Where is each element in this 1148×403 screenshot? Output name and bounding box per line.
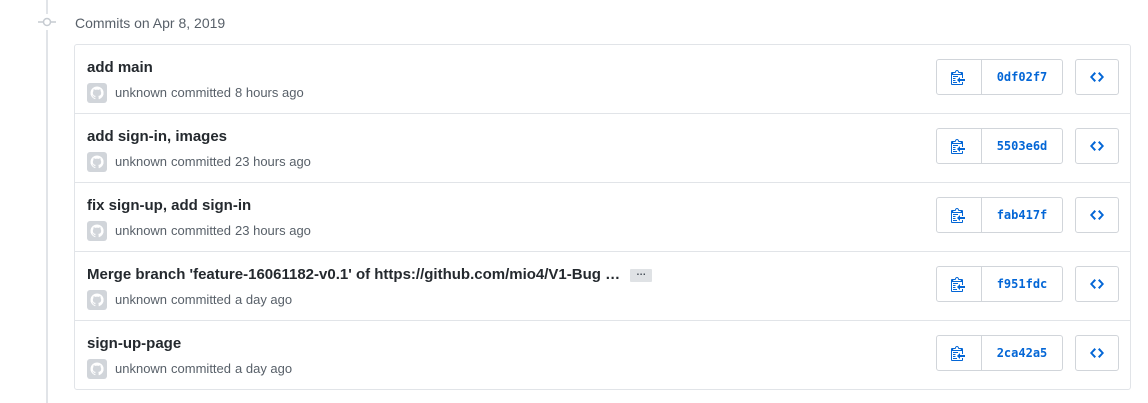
- commit-verb: committed: [171, 223, 232, 238]
- commit-sha-link[interactable]: 5503e6d: [982, 129, 1062, 163]
- commit-meta: unknown committed 23 hours ago: [87, 152, 311, 172]
- commit-meta: unknown committed 23 hours ago: [87, 221, 311, 241]
- commit-author[interactable]: unknown: [115, 83, 167, 103]
- copy-sha-button[interactable]: [937, 198, 982, 232]
- commit-title: sign-up-page: [87, 334, 181, 354]
- browse-repo-button[interactable]: [1075, 335, 1119, 371]
- commit-title: Merge branch 'feature-16061182-v0.1' of …: [87, 265, 653, 285]
- sha-button-group: 2ca42a5: [936, 335, 1063, 371]
- commit-sha-link[interactable]: f951fdc: [982, 267, 1062, 301]
- sha-button-group: f951fdc: [936, 266, 1063, 302]
- clippy-icon: [951, 346, 965, 361]
- clippy-icon: [951, 277, 965, 292]
- commit-time: a day ago: [235, 361, 293, 376]
- code-icon: [1090, 279, 1104, 289]
- commit-time: a day ago: [235, 292, 293, 307]
- copy-sha-button[interactable]: [937, 129, 982, 163]
- commit-verb: committed: [171, 292, 232, 307]
- commit-sha-link[interactable]: 0df02f7: [982, 60, 1062, 94]
- commit-meta: unknown committed a day ago: [87, 359, 292, 379]
- expand-message-button[interactable]: …: [630, 267, 653, 282]
- github-avatar-icon[interactable]: [87, 152, 107, 172]
- commit-sha-link[interactable]: fab417f: [982, 198, 1062, 232]
- commit-title: add sign-in, images: [87, 127, 227, 147]
- commit-verb: committed: [171, 361, 232, 376]
- copy-sha-button[interactable]: [937, 336, 982, 370]
- code-icon: [1090, 72, 1104, 82]
- github-avatar-icon[interactable]: [87, 221, 107, 241]
- commit-row: fix sign-up, add sign-in unknown committ…: [75, 182, 1130, 251]
- commit-verb: committed: [171, 85, 232, 100]
- commit-author[interactable]: unknown: [115, 152, 167, 172]
- github-avatar-icon[interactable]: [87, 290, 107, 310]
- timeline-line: [46, 0, 48, 403]
- commit-message-link[interactable]: add sign-in, images: [87, 127, 227, 147]
- git-commit-icon: [38, 14, 56, 30]
- browse-repo-button[interactable]: [1075, 128, 1119, 164]
- clippy-icon: [951, 139, 965, 154]
- commit-title: add main: [87, 58, 153, 78]
- commit-title: fix sign-up, add sign-in: [87, 196, 251, 216]
- browse-repo-button[interactable]: [1075, 59, 1119, 95]
- commit-sha-link[interactable]: 2ca42a5: [982, 336, 1062, 370]
- commit-time: 23 hours ago: [235, 223, 311, 238]
- commit-list: add main unknown committed 8 hours ago 0…: [74, 44, 1131, 390]
- commit-row: add main unknown committed 8 hours ago 0…: [75, 45, 1130, 113]
- commit-meta: unknown committed a day ago: [87, 290, 292, 310]
- sha-button-group: 5503e6d: [936, 128, 1063, 164]
- commit-message-link[interactable]: fix sign-up, add sign-in: [87, 196, 251, 216]
- browse-repo-button[interactable]: [1075, 266, 1119, 302]
- commit-author[interactable]: unknown: [115, 290, 167, 310]
- github-avatar-icon[interactable]: [87, 83, 107, 103]
- github-avatar-icon[interactable]: [87, 359, 107, 379]
- clippy-icon: [951, 70, 965, 85]
- copy-sha-button[interactable]: [937, 60, 982, 94]
- commit-message-link[interactable]: add main: [87, 58, 153, 78]
- clippy-icon: [951, 208, 965, 223]
- commit-message-link[interactable]: sign-up-page: [87, 334, 181, 354]
- commit-row: sign-up-page unknown committed a day ago…: [75, 320, 1130, 389]
- commit-group-header: Commits on Apr 8, 2019: [75, 15, 226, 31]
- commit-author[interactable]: unknown: [115, 221, 167, 241]
- commit-time: 8 hours ago: [235, 85, 304, 100]
- commit-message-link[interactable]: Merge branch 'feature-16061182-v0.1' of …: [87, 265, 620, 285]
- copy-sha-button[interactable]: [937, 267, 982, 301]
- sha-button-group: 0df02f7: [936, 59, 1063, 95]
- commit-row: add sign-in, images unknown committed 23…: [75, 113, 1130, 182]
- code-icon: [1090, 210, 1104, 220]
- commit-time: 23 hours ago: [235, 154, 311, 169]
- code-icon: [1090, 141, 1104, 151]
- commit-row: Merge branch 'feature-16061182-v0.1' of …: [75, 251, 1130, 320]
- browse-repo-button[interactable]: [1075, 197, 1119, 233]
- code-icon: [1090, 348, 1104, 358]
- commit-author[interactable]: unknown: [115, 359, 167, 379]
- commit-meta: unknown committed 8 hours ago: [87, 83, 304, 103]
- commit-verb: committed: [171, 154, 232, 169]
- sha-button-group: fab417f: [936, 197, 1063, 233]
